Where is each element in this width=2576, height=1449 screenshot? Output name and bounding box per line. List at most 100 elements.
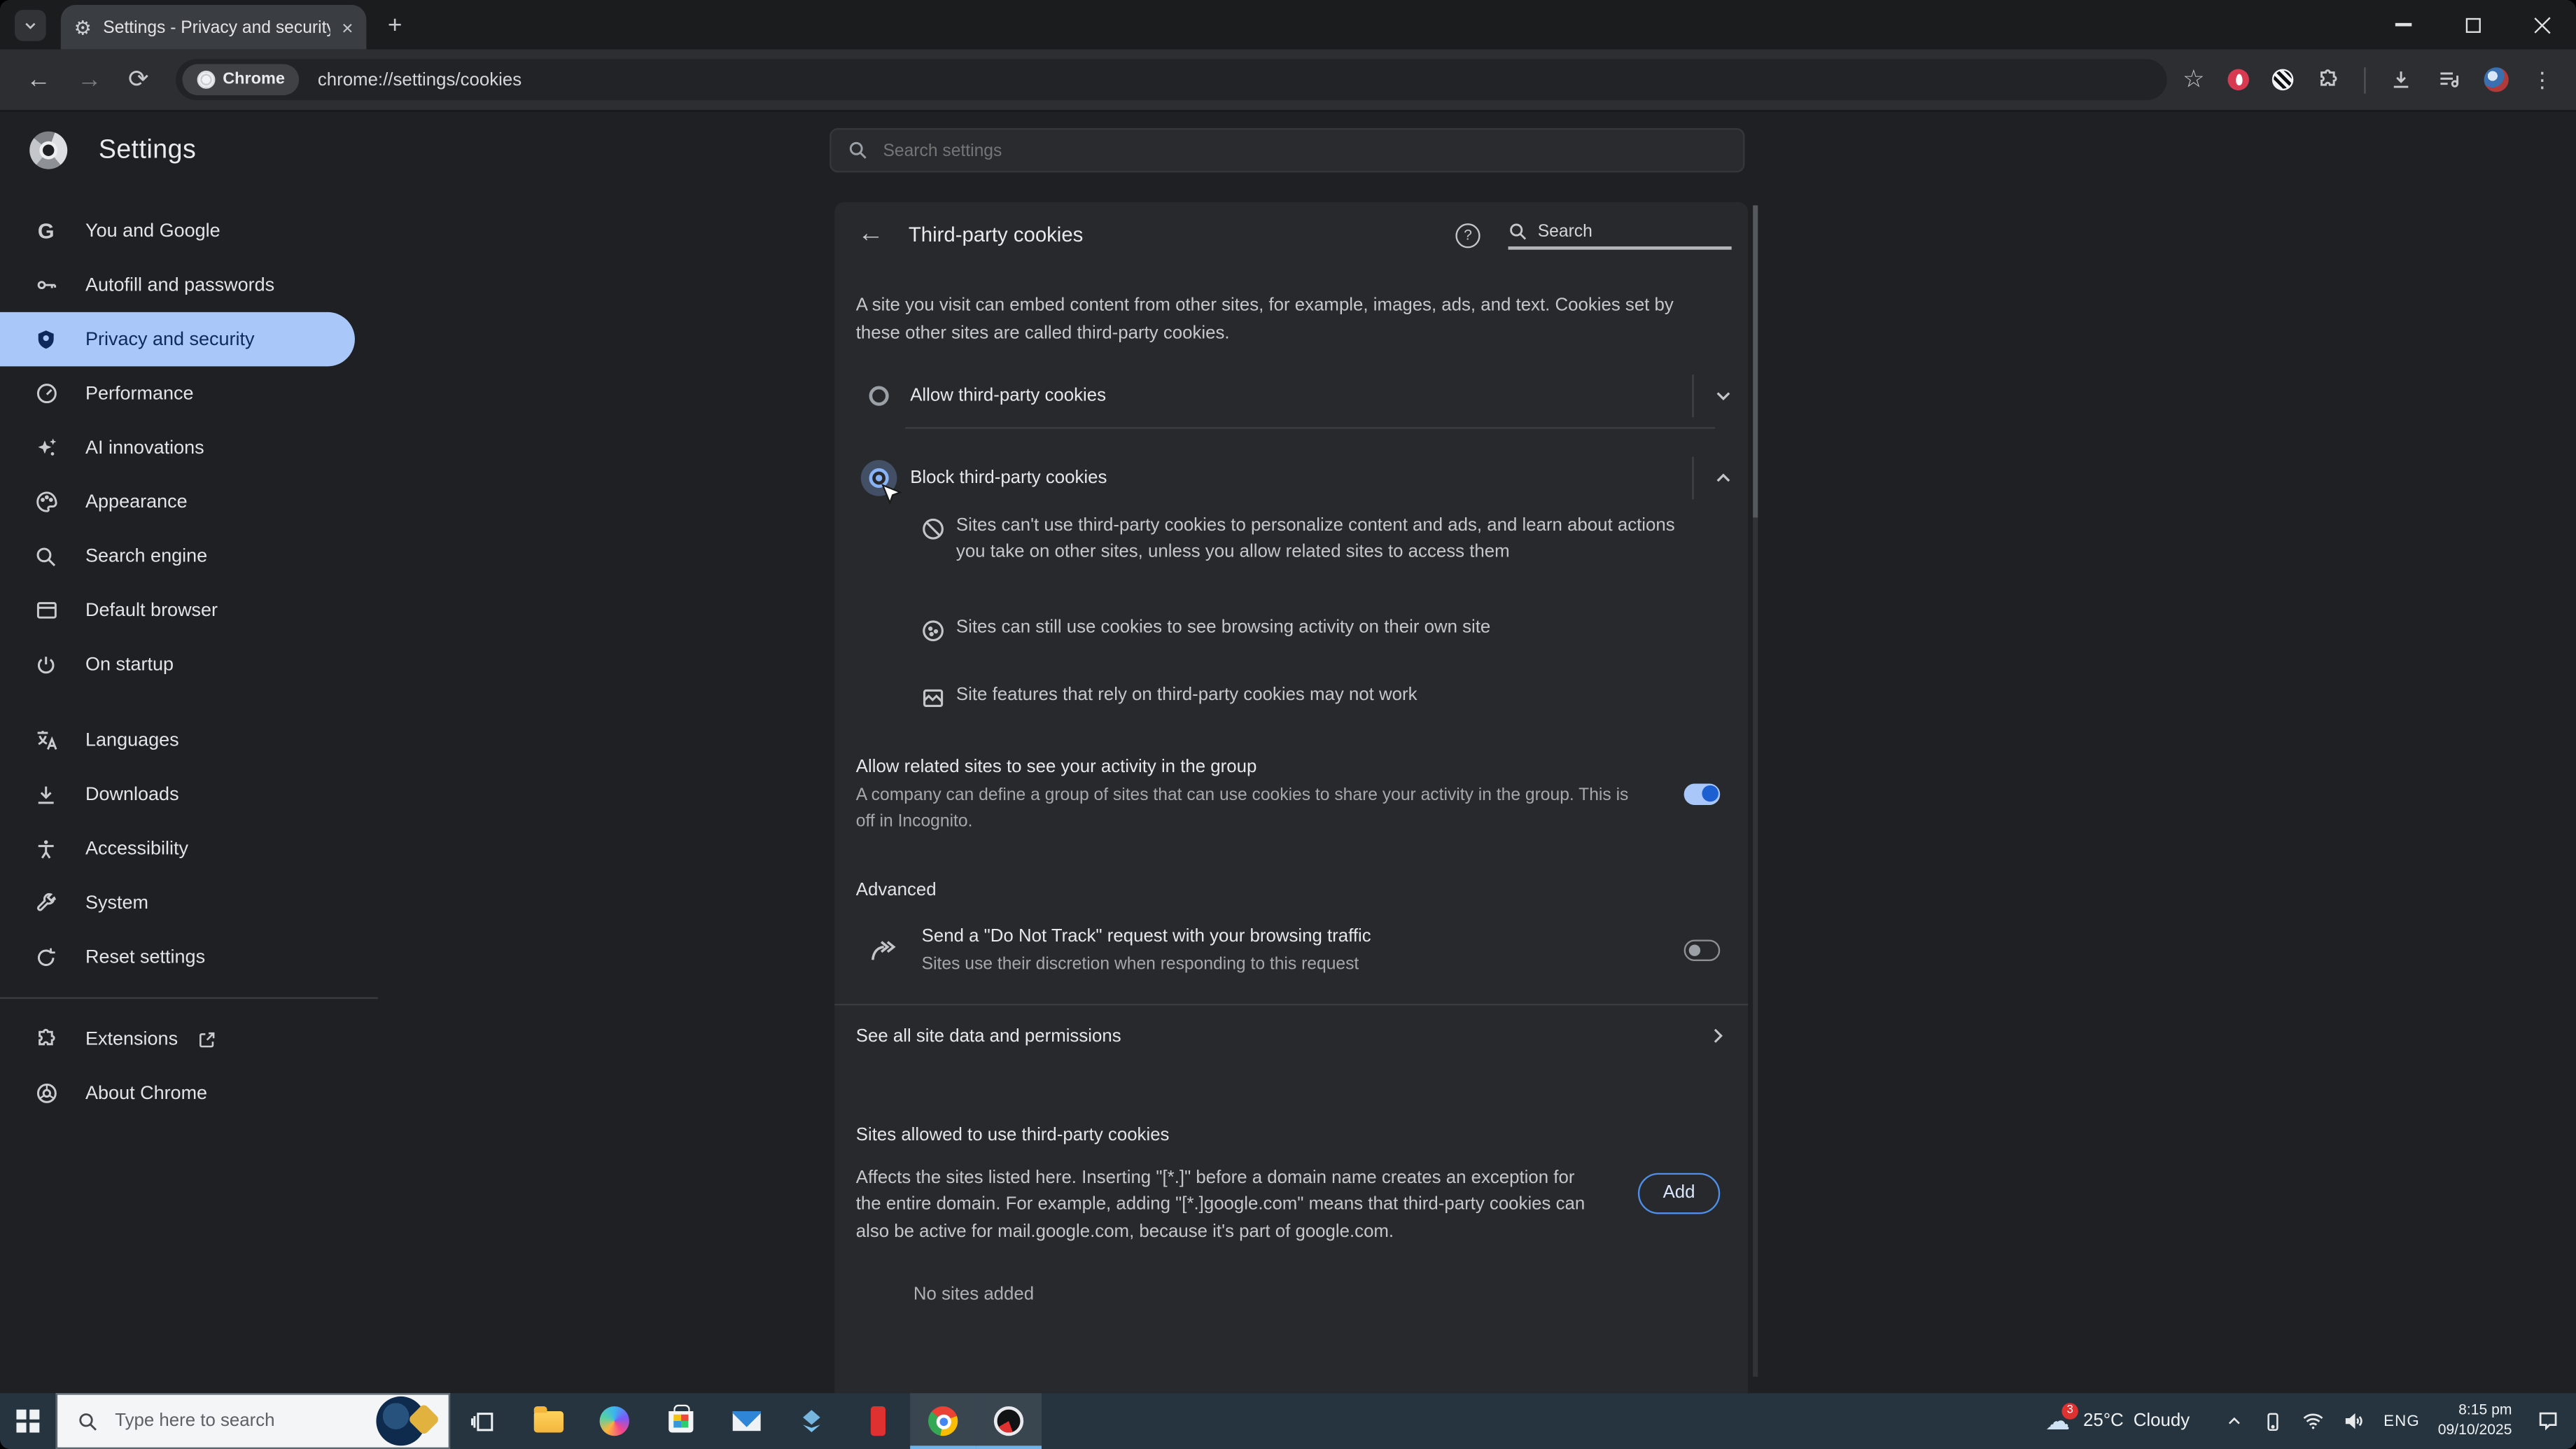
close-icon <box>2533 15 2551 34</box>
broken-feature-icon <box>920 685 948 711</box>
downloads-icon[interactable] <box>2388 67 2413 92</box>
chrome-taskbar-button[interactable] <box>910 1393 976 1449</box>
wifi-tray-icon[interactable] <box>2302 1410 2325 1433</box>
sidebar-item-reset-settings[interactable]: Reset settings <box>0 930 378 983</box>
forward-icon[interactable]: → <box>77 67 102 92</box>
browser-window-icon <box>33 598 59 622</box>
settings-search-input[interactable] <box>883 140 1727 160</box>
tab-search-button[interactable] <box>15 8 46 41</box>
task-view-icon <box>470 1411 493 1431</box>
scrollbar-track[interactable] <box>1753 205 1758 1377</box>
windows-logo-icon <box>16 1409 40 1433</box>
clock-date: 09/10/2025 <box>2437 1421 2512 1438</box>
related-sites-description: A company can define a group of sites th… <box>855 785 1629 831</box>
add-site-button[interactable]: Add <box>1637 1172 1721 1214</box>
sidebar-item-autofill[interactable]: Autofill and passwords <box>0 258 378 312</box>
close-button[interactable] <box>2507 0 2576 49</box>
chevron-up-icon[interactable] <box>1712 467 1735 490</box>
device-tray-icon[interactable] <box>2262 1410 2283 1432</box>
red-app-icon <box>869 1406 885 1436</box>
search-icon <box>849 141 867 159</box>
palette-icon <box>33 489 59 514</box>
file-explorer-button[interactable] <box>516 1393 582 1449</box>
settings-search-box[interactable] <box>830 128 1745 173</box>
task-view-button[interactable] <box>450 1393 516 1449</box>
reload-icon[interactable]: ⟳ <box>128 67 149 92</box>
notification-icon <box>2539 1412 2557 1431</box>
menu-kebab-icon[interactable]: ⋮ <box>2532 66 2554 93</box>
settings-header: Settings <box>0 110 2576 189</box>
scrollbar-thumb[interactable] <box>1753 205 1758 518</box>
clock-widget[interactable]: 8:15 pm 09/10/2025 <box>2438 1402 2512 1441</box>
url-text: chrome://settings/cookies <box>317 69 522 90</box>
back-arrow-icon[interactable]: ← <box>858 220 884 249</box>
option-allow-third-party[interactable]: Allow third-party cookies <box>834 373 1748 419</box>
red-app-button[interactable] <box>844 1393 910 1449</box>
sidebar-item-system[interactable]: System <box>0 876 378 930</box>
chevron-down-icon[interactable] <box>1712 384 1735 407</box>
mouse-cursor <box>881 484 903 505</box>
media-controls-icon[interactable] <box>2437 67 2461 92</box>
see-all-site-data-row[interactable]: See all site data and permissions <box>834 1004 1748 1067</box>
action-center-button[interactable] <box>2537 1410 2560 1433</box>
page-search-field[interactable]: Search <box>1508 221 1732 249</box>
radio-allow[interactable] <box>869 386 889 406</box>
tray-expand-button[interactable] <box>2224 1411 2244 1431</box>
help-icon[interactable]: ? <box>1455 223 1480 248</box>
sidebar-item-on-startup[interactable]: On startup <box>0 638 378 692</box>
tab-close-icon[interactable]: × <box>342 18 353 37</box>
weather-badge: 3 <box>2062 1402 2078 1419</box>
search-highlight-image[interactable] <box>376 1396 426 1446</box>
mail-envelope-icon <box>732 1411 760 1432</box>
mail-button[interactable] <box>713 1393 779 1449</box>
extension-red-icon[interactable] <box>2227 69 2249 91</box>
related-sites-toggle[interactable] <box>1684 783 1721 805</box>
sidebar-item-you-and-google[interactable]: G You and Google <box>0 204 378 258</box>
minimize-button[interactable] <box>2369 0 2438 49</box>
volume-tray-icon[interactable] <box>2342 1410 2365 1433</box>
folder-icon <box>533 1405 564 1432</box>
sidebar-item-performance[interactable]: Performance <box>0 366 378 420</box>
bookmark-star-icon[interactable]: ☆ <box>2183 67 2205 92</box>
sidebar-item-appearance[interactable]: Appearance <box>0 475 378 528</box>
sidebar-item-extensions[interactable]: Extensions <box>0 1012 378 1066</box>
dnt-toggle[interactable] <box>1684 939 1721 962</box>
option-block-third-party[interactable]: Block third-party cookies <box>834 455 1748 505</box>
site-info-badge[interactable]: Chrome <box>181 64 300 96</box>
sidebar-item-ai-innovations[interactable]: AI innovations <box>0 421 378 475</box>
language-indicator[interactable]: ENG <box>2384 1412 2420 1430</box>
sidebar-item-search-engine[interactable]: Search engine <box>0 529 378 583</box>
option-divider <box>905 427 1716 429</box>
maximize-icon <box>2465 17 2480 32</box>
copilot-button[interactable] <box>582 1393 648 1449</box>
taskbar-search-box[interactable]: Type here to search <box>55 1393 451 1449</box>
clock-time: 8:15 pm <box>2458 1401 2512 1419</box>
block-detail-item: Sites can still use cookies to see brows… <box>834 616 1748 644</box>
extensions-puzzle-icon[interactable] <box>2316 67 2341 92</box>
blue-app-button[interactable] <box>778 1393 844 1449</box>
sidebar-item-default-browser[interactable]: Default browser <box>0 583 378 637</box>
extension-disc-icon[interactable] <box>2272 69 2294 91</box>
microsoft-store-button[interactable] <box>648 1393 713 1449</box>
maximize-button[interactable] <box>2438 0 2507 49</box>
back-icon[interactable]: ← <box>27 67 51 92</box>
recorder-app-button[interactable] <box>976 1393 1042 1449</box>
new-tab-button[interactable]: + <box>388 13 402 37</box>
no-sites-added-label: No sites added <box>913 1284 1035 1305</box>
sidebar-item-downloads[interactable]: Downloads <box>0 767 378 821</box>
sidebar-item-languages[interactable]: Languages <box>0 713 378 767</box>
profile-avatar[interactable] <box>2484 67 2509 92</box>
start-button[interactable] <box>0 1393 56 1449</box>
browser-tab[interactable]: ⚙ Settings - Privacy and security × <box>60 5 367 50</box>
weather-widget[interactable]: ☁ 3 25°C Cloudy <box>2045 1402 2190 1434</box>
browser-toolbar: ← → ⟳ Chrome chrome://settings/cookies ☆… <box>0 49 2576 111</box>
address-bar[interactable]: Chrome chrome://settings/cookies <box>175 59 2166 101</box>
puzzle-icon <box>33 1027 59 1051</box>
sidebar-item-accessibility[interactable]: Accessibility <box>0 821 378 875</box>
chrome-logo-icon <box>928 1406 958 1436</box>
weather-temp: 25°C <box>2082 1411 2124 1432</box>
external-link-icon <box>197 1029 217 1049</box>
sidebar-item-privacy-and-security[interactable]: Privacy and security <box>0 312 355 367</box>
sidebar-item-about-chrome[interactable]: About Chrome <box>0 1066 378 1120</box>
key-icon <box>33 273 59 298</box>
